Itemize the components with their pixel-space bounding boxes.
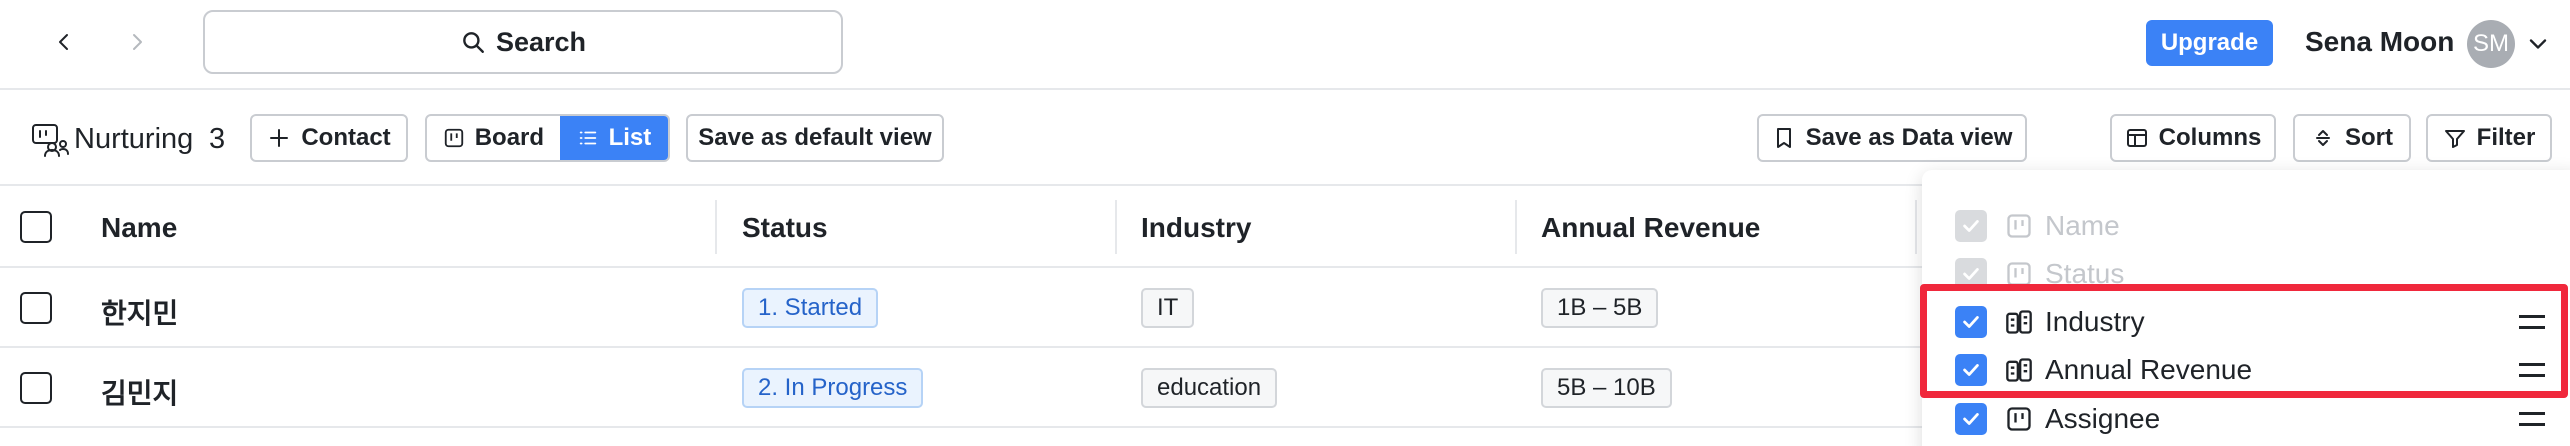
column-option-checkbox <box>1955 210 1987 242</box>
header-name[interactable]: Name <box>101 212 177 244</box>
column-option-assignee[interactable]: Assignee <box>1955 399 2545 439</box>
drag-handle-icon[interactable] <box>2519 412 2545 426</box>
column-option-status: Status <box>1955 254 2545 294</box>
list-view-label: List <box>608 124 652 151</box>
upgrade-button[interactable]: Upgrade <box>2146 20 2273 66</box>
user-name[interactable]: Sena Moon <box>2305 26 2454 58</box>
text-field-icon <box>2007 214 2031 238</box>
select-field-icon <box>2007 262 2031 286</box>
row-checkbox[interactable] <box>20 292 52 324</box>
column-option-name: Name <box>1955 206 2545 246</box>
people-board-icon <box>32 124 69 157</box>
column-divider[interactable] <box>1915 200 1917 254</box>
search-icon <box>463 32 484 53</box>
board-view-label: Board <box>474 124 545 151</box>
page-title: Nurturing <box>74 123 194 155</box>
status-badge: 1. Started <box>742 288 879 328</box>
plus-icon <box>270 129 289 147</box>
status-badge: 2. In Progress <box>742 368 924 408</box>
filter-label: Filter <box>2476 124 2536 151</box>
forward-button[interactable] <box>117 22 157 62</box>
row-checkbox[interactable] <box>20 372 52 404</box>
list-view-button[interactable]: List <box>559 116 668 160</box>
board-view-button[interactable]: Board <box>427 116 560 160</box>
column-option-label: Assignee <box>2045 403 2161 434</box>
column-option-label: Industry <box>2045 306 2145 337</box>
view-toggle: Board List <box>425 114 670 162</box>
column-divider[interactable] <box>715 200 717 254</box>
industry-tag: IT <box>1141 288 1195 328</box>
chevron-left-icon <box>59 34 68 50</box>
record-count: 3 <box>209 123 226 155</box>
check-icon <box>1963 364 1979 376</box>
sort-button[interactable]: Sort <box>2293 114 2411 162</box>
save-data-view-label: Save as Data view <box>1805 124 2013 151</box>
search-label: Search <box>495 26 587 57</box>
bookmark-icon <box>1776 128 1791 148</box>
tag-field-icon <box>2006 310 2032 334</box>
tag-field-icon <box>2006 358 2032 382</box>
cell-name[interactable]: 한지민 <box>101 292 178 332</box>
user-field-icon <box>2007 407 2031 431</box>
back-button[interactable] <box>44 22 84 62</box>
avatar[interactable]: SM <box>2467 20 2515 68</box>
column-divider[interactable] <box>1515 200 1517 254</box>
table-row[interactable]: 한지민 1. Started IT 1B – 5B <box>0 268 1930 348</box>
check-icon <box>1963 268 1979 280</box>
header-status[interactable]: Status <box>742 212 828 244</box>
drag-handle-icon[interactable] <box>2519 315 2545 329</box>
column-option-checkbox <box>1955 258 1987 290</box>
filter-button[interactable]: Filter <box>2426 114 2552 162</box>
chevron-down-icon[interactable] <box>2524 30 2552 58</box>
check-icon <box>1963 220 1979 232</box>
column-option-annual-revenue[interactable]: Annual Revenue <box>1955 350 2545 390</box>
column-option-label: Name <box>2045 210 2120 241</box>
columns-button[interactable]: Columns <box>2110 114 2276 162</box>
filter-icon <box>2444 130 2465 148</box>
columns-icon <box>2126 129 2147 147</box>
check-icon <box>1963 316 1979 328</box>
select-all-checkbox[interactable] <box>20 211 52 243</box>
drag-handle-icon[interactable] <box>2519 363 2545 377</box>
column-option-label: Status <box>2045 258 2125 289</box>
column-option-label: Annual Revenue <box>2045 354 2253 385</box>
industry-tag: education <box>1141 368 1278 408</box>
column-option-checkbox[interactable] <box>1955 403 1987 435</box>
check-icon <box>1963 413 1979 425</box>
list-icon <box>579 131 596 145</box>
header-industry[interactable]: Industry <box>1141 212 1251 244</box>
revenue-tag: 5B – 10B <box>1541 368 1672 408</box>
sort-label: Sort <box>2345 124 2393 151</box>
chevron-right-icon <box>133 34 142 50</box>
top-bar: Search Upgrade Sena Moon SM <box>0 0 2570 90</box>
save-data-view-button[interactable]: Save as Data view <box>1757 114 2027 162</box>
table-header: Name Status Industry Annual Revenue <box>0 186 1930 268</box>
column-option-checkbox[interactable] <box>1955 354 1987 386</box>
add-contact-label: Contact <box>301 124 391 151</box>
revenue-tag: 1B – 5B <box>1541 288 1659 328</box>
columns-label: Columns <box>2158 124 2262 151</box>
save-default-view-button[interactable]: Save as default view <box>686 114 944 162</box>
board-icon <box>444 128 463 148</box>
column-option-industry[interactable]: Industry <box>1955 302 2545 342</box>
table-row[interactable]: 김민지 2. In Progress education 5B – 10B <box>0 348 1930 428</box>
column-divider[interactable] <box>1115 200 1117 254</box>
add-contact-button[interactable]: Contact <box>250 114 408 162</box>
search-input[interactable]: Search <box>203 10 843 74</box>
header-annual-revenue[interactable]: Annual Revenue <box>1541 212 1760 244</box>
cell-name[interactable]: 김민지 <box>101 372 178 412</box>
column-option-checkbox[interactable] <box>1955 306 1987 338</box>
sort-icon <box>2316 130 2330 146</box>
